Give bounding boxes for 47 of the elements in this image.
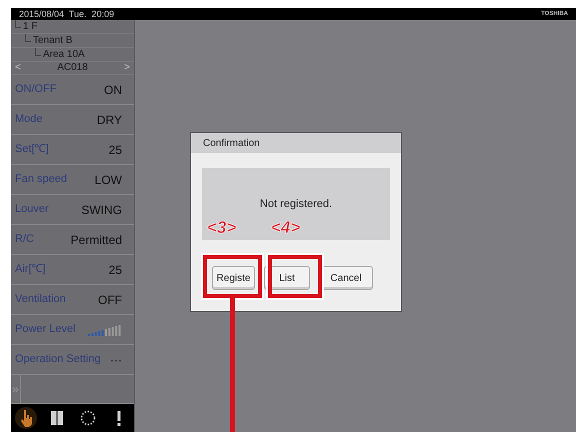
setting-label: Fan speed — [15, 172, 67, 188]
setting-value: OFF — [98, 292, 122, 308]
setting-label: Air[℃] — [15, 262, 46, 278]
setting-row[interactable]: Louver SWING — [11, 195, 134, 225]
setting-label: Power Level — [15, 322, 76, 338]
setting-row[interactable]: R/C Permitted — [11, 225, 134, 255]
tree-item[interactable]: Tenant B — [33, 36, 72, 46]
tree-item[interactable]: 1 F — [23, 22, 38, 32]
dialog-button[interactable]: Registe — [212, 266, 255, 290]
setting-label: Mode — [15, 112, 43, 128]
setting-row[interactable]: Mode DRY — [11, 105, 134, 135]
setting-row[interactable]: Power Level — [11, 315, 134, 345]
highlight-box — [203, 255, 262, 298]
setting-value: ··· — [110, 352, 122, 368]
setting-label: Louver — [15, 202, 49, 218]
setting-row[interactable]: Air[℃] 25 — [11, 255, 134, 285]
setting-value: LOW — [94, 172, 122, 188]
tree-item[interactable]: Area 10A — [43, 50, 85, 60]
hand-icon[interactable] — [20, 409, 32, 427]
setting-row[interactable]: ON/OFF ON — [11, 75, 134, 105]
highlight-box — [268, 255, 322, 298]
date-time: 2015/08/04 Tue. 20:09 — [19, 10, 114, 18]
exclamation-icon[interactable] — [116, 410, 121, 426]
previous-unit-arrow[interactable]: < — [15, 63, 21, 73]
setting-label: Operation Setting — [15, 352, 101, 368]
setting-row[interactable]: Set[℃] 25 — [11, 135, 134, 165]
setting-row[interactable]: Ventilation OFF — [11, 285, 134, 315]
toolbar-item[interactable] — [15, 407, 38, 429]
next-unit-arrow[interactable]: > — [124, 63, 130, 73]
callout-label: <4> — [271, 219, 300, 236]
dialog-message: Not registered. — [260, 196, 332, 212]
setting-value: DRY — [96, 112, 122, 128]
setting-label: ON/OFF — [15, 82, 57, 98]
setting-value: Permitted — [70, 232, 122, 248]
setting-label: Ventilation — [15, 292, 66, 308]
setting-row[interactable]: Operation Setting ··· — [11, 345, 134, 375]
setting-value: 25 — [108, 262, 122, 278]
callout-label: <3> — [207, 219, 236, 236]
setting-label: Set[℃] — [15, 142, 49, 158]
unit-name: AC018 — [57, 63, 88, 73]
signal-bars-icon — [88, 324, 122, 336]
setting-row[interactable]: Fan speed LOW — [11, 165, 134, 195]
setting-value: ON — [104, 82, 122, 98]
setting-label: R/C — [15, 232, 34, 248]
setting-value: 25 — [108, 142, 122, 158]
dialog-title: Confirmation — [203, 136, 260, 150]
setting-value: SWING — [81, 202, 122, 218]
